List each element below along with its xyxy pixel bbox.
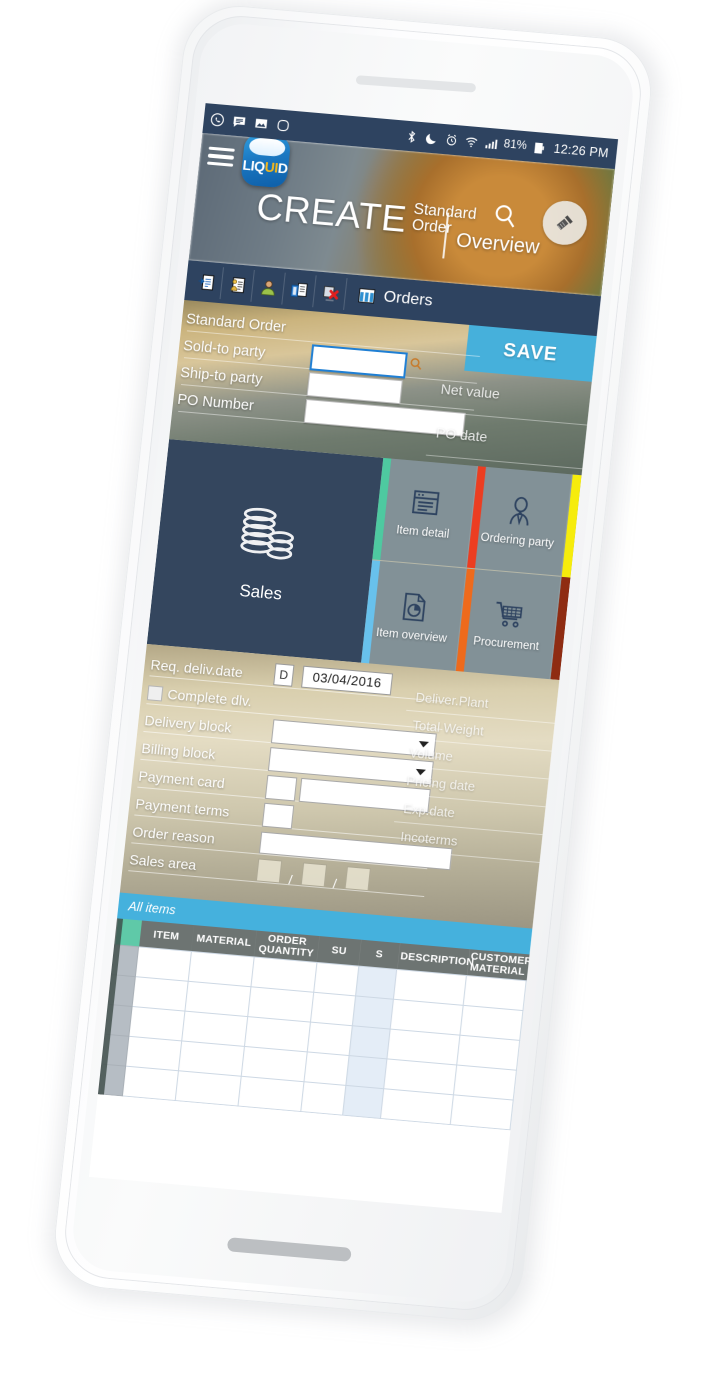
- sales-area-group: / /: [255, 858, 371, 896]
- cell-order-quantity[interactable]: [237, 1076, 304, 1112]
- field-label: Pricing date: [405, 773, 476, 795]
- screenshot-root: 81% 12:26 PM LIQUID CREATE Standard Orde…: [0, 0, 724, 1373]
- order-details-fields: Req. deliv.date D 03/04/2016 Complete dl…: [128, 650, 453, 898]
- tile-item-detail[interactable]: Item detail: [372, 457, 479, 569]
- liquid-logo: LIQUID: [240, 132, 292, 189]
- sales-area-separator: /: [287, 872, 294, 888]
- document-person-icon[interactable]: [220, 267, 255, 302]
- cell-item[interactable]: [128, 1006, 185, 1041]
- clock-label: 12:26 PM: [552, 141, 610, 161]
- column-header-s[interactable]: S: [358, 939, 400, 970]
- cell-su[interactable]: [300, 1081, 346, 1116]
- field-label: Deliver.Plant: [414, 689, 490, 711]
- customer-icon[interactable]: [251, 270, 286, 305]
- payment-terms-input[interactable]: [261, 802, 295, 830]
- tile-label: Ordering party: [479, 531, 555, 551]
- field-label: PO Number: [176, 391, 255, 414]
- status-bar-notifications: [209, 111, 291, 133]
- cell-s[interactable]: [352, 995, 394, 1030]
- cell-su[interactable]: [303, 1051, 349, 1086]
- cell-su[interactable]: [313, 962, 359, 996]
- image-icon: [255, 118, 268, 128]
- logo-text-part3: D: [277, 159, 289, 177]
- tile-item-overview[interactable]: Item overview: [361, 560, 468, 671]
- tile-ordering-party[interactable]: Ordering party: [467, 466, 573, 577]
- req-deliv-date-input[interactable]: 03/04/2016: [301, 665, 394, 696]
- distribution-channel-input[interactable]: [300, 862, 327, 888]
- logo-text: LIQUID: [240, 156, 289, 189]
- bluetooth-icon: [408, 130, 416, 143]
- cell-s[interactable]: [348, 1025, 391, 1059]
- message-icon: [233, 115, 246, 127]
- items-table: ITEM MATERIAL ORDER QUANTITY SU S DESCRI…: [98, 918, 533, 1130]
- tool-icon: [556, 215, 573, 230]
- column-header-su[interactable]: SU: [316, 936, 362, 967]
- orders-label: Orders: [382, 288, 434, 310]
- person-tie-icon: [509, 496, 529, 526]
- cell-item[interactable]: [125, 1036, 182, 1071]
- search-icon[interactable]: [489, 201, 520, 236]
- field-label: Exp.date: [402, 800, 456, 821]
- shopping-cart-icon: [496, 601, 523, 628]
- cell-su[interactable]: [310, 992, 356, 1026]
- tile-grid: Item detail Ordering party Item overview…: [361, 457, 582, 681]
- field-label: Volume: [408, 745, 454, 764]
- battery-percent-label: 81%: [503, 138, 528, 153]
- tile-label: Item detail: [395, 524, 450, 541]
- cell-s[interactable]: [342, 1085, 384, 1119]
- document-window-icon: [412, 490, 440, 516]
- tile-label: Sales: [238, 580, 283, 604]
- tile-label: Procurement: [472, 634, 540, 653]
- tile-sales[interactable]: Sales: [146, 439, 384, 663]
- grid-icon: [358, 288, 376, 304]
- do-not-disturb-moon-icon: [425, 133, 436, 144]
- field-label: Incoterms: [399, 828, 459, 849]
- whatsapp-icon: [210, 112, 224, 126]
- delete-document-icon[interactable]: [313, 275, 348, 310]
- tile-row: Item detail Ordering party: [372, 457, 582, 578]
- phone-device: 81% 12:26 PM LIQUID CREATE Standard Orde…: [42, 0, 668, 1336]
- tile-navigation: Sales Item detail Ordering party Item ov…: [146, 439, 582, 681]
- field-label: Total Weight: [411, 717, 485, 739]
- cell-customer-material[interactable]: [450, 1094, 514, 1130]
- cell-item[interactable]: [135, 946, 191, 982]
- new-document-icon[interactable]: [188, 264, 224, 300]
- cell-item[interactable]: [122, 1066, 179, 1101]
- logo-text-part1: LIQ: [241, 156, 266, 175]
- tile-row: Item overview Procurement: [361, 560, 571, 681]
- cell-item[interactable]: [132, 976, 188, 1012]
- menu-icon[interactable]: [207, 146, 235, 167]
- copy-document-icon[interactable]: [282, 272, 317, 308]
- document-chart-icon: [402, 592, 426, 622]
- coins-stack-icon: [239, 507, 294, 560]
- division-input[interactable]: [344, 866, 371, 892]
- tile-label: Item overview: [375, 626, 448, 645]
- value-help-icon[interactable]: [407, 356, 424, 377]
- wifi-icon: [465, 137, 478, 147]
- field-label: Sales area: [128, 851, 198, 874]
- tile-procurement[interactable]: Procurement: [455, 568, 562, 680]
- cell-material[interactable]: [174, 1070, 241, 1107]
- order-header-fields: Standard Order Sold-to party Ship-to par…: [172, 300, 481, 438]
- battery-icon: [534, 142, 545, 154]
- complete-dlv-checkbox[interactable]: [146, 684, 164, 701]
- cell-s[interactable]: [355, 966, 397, 1000]
- order-summary-fields: Net value PO date: [425, 374, 591, 475]
- cell-su[interactable]: [306, 1022, 353, 1056]
- order-details-form: Req. deliv.date D 03/04/2016 Complete dl…: [119, 643, 560, 929]
- cell-s[interactable]: [345, 1055, 388, 1089]
- order-details-readonly: Deliver.Plant Total Weight Volume Pricin…: [390, 685, 558, 865]
- payment-card-code-input[interactable]: [264, 774, 298, 802]
- req-deliv-type-input[interactable]: D: [273, 663, 295, 687]
- sales-org-input[interactable]: [255, 858, 283, 884]
- cell-description[interactable]: [380, 1088, 454, 1125]
- alarm-icon: [446, 133, 456, 145]
- signal-bars-icon: [485, 139, 498, 149]
- save-button[interactable]: SAVE: [463, 324, 597, 382]
- items-table-area: All items ITEM MATERIAL ORDER QUANTITY S…: [97, 892, 533, 1131]
- app-icon: [277, 119, 289, 131]
- orders-tab[interactable]: Orders: [345, 284, 434, 311]
- sales-area-separator: /: [332, 876, 338, 892]
